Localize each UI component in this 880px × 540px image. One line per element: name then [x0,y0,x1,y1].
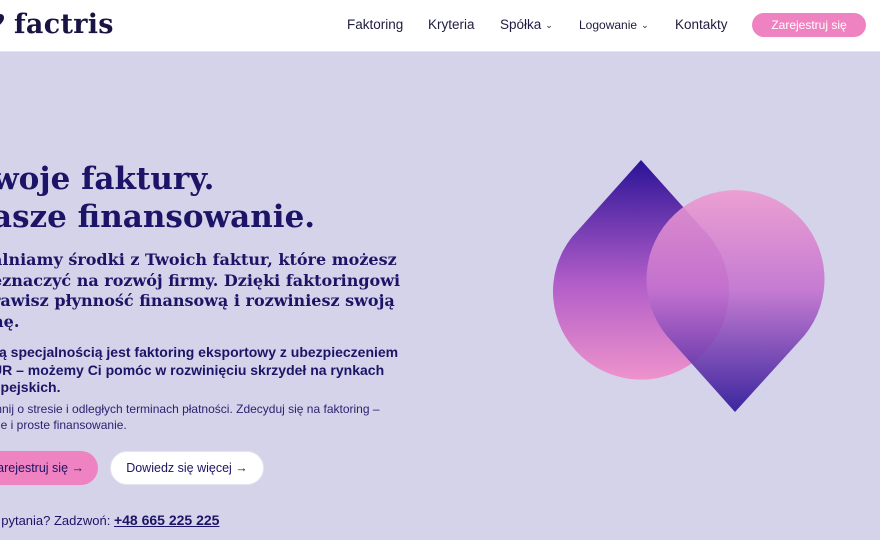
nav-item-spolka[interactable]: Spółka ⌄ [500,17,553,32]
lead-line: rawisz płynność finansową i rozwiniesz s… [0,291,395,310]
nav-label: Faktoring [347,17,404,32]
nav-item-logowanie[interactable]: Logowanie ⌄ [579,18,649,32]
phone-prefix: : pytania? Zadzwoń: [0,513,114,528]
lead-line: alniamy środki z Twoich faktur, które mo… [0,250,397,269]
hero-subtext: zą specjalnością jest faktoring eksporto… [0,344,437,397]
hero-illustration [553,160,825,412]
lead-line: nę. [0,311,20,331]
drop-shape-right [646,190,825,412]
heart-mark-icon [0,14,4,25]
learn-more-button[interactable]: Dowiedz się więcej → [110,451,264,485]
hero-title-line: woje faktury. [0,161,215,197]
small-line: mnij o stresie i odległych terminach pła… [0,402,380,416]
hero-title: woje faktury. asze finansowanie. [0,160,315,236]
nav-label: Logowanie [579,18,638,32]
register-button-header[interactable]: Zarejestruj się [752,13,866,37]
phone-link[interactable]: +48 665 225 225 [114,512,220,528]
chevron-down-icon: ⌄ [545,19,553,30]
lead-line: eznaczyć na rozwój firmy. Dzięki faktori… [0,270,401,290]
nav-item-kryteria[interactable]: Kryteria [428,17,475,32]
site-header: factris Faktoring Kryteria Spółka ⌄ Logow… [0,0,880,52]
register-button[interactable]: arejestruj się → [0,451,98,485]
chevron-down-icon: ⌄ [641,20,649,31]
small-line: kie i proste finansowanie. [0,417,127,432]
hero-title-line: asze finansowanie. [0,199,316,235]
nav-label: Kryteria [428,17,475,32]
sub-line: zą specjalnością jest faktoring eksporto… [0,344,399,360]
hero-lead: alniamy środki z Twoich faktur, które mo… [0,250,402,332]
sub-line: opejskich. [0,379,61,395]
nav-item-kontakty[interactable]: Kontakty [675,17,728,32]
nav-label: Kontakty [675,17,728,32]
nav-item-faktoring[interactable]: Faktoring [347,17,403,32]
hero-small-text: mnij o stresie i odległych terminach pła… [0,402,380,433]
nav-label: Spółka [500,17,542,32]
brand-name: factris [14,8,114,40]
phone-line: : pytania? Zadzwoń: +48 665 225 225 [0,512,219,528]
sub-line: UR – możemy Ci pomóc w rozwinięciu skrzy… [0,361,385,378]
brand-logo[interactable]: factris [0,7,114,41]
